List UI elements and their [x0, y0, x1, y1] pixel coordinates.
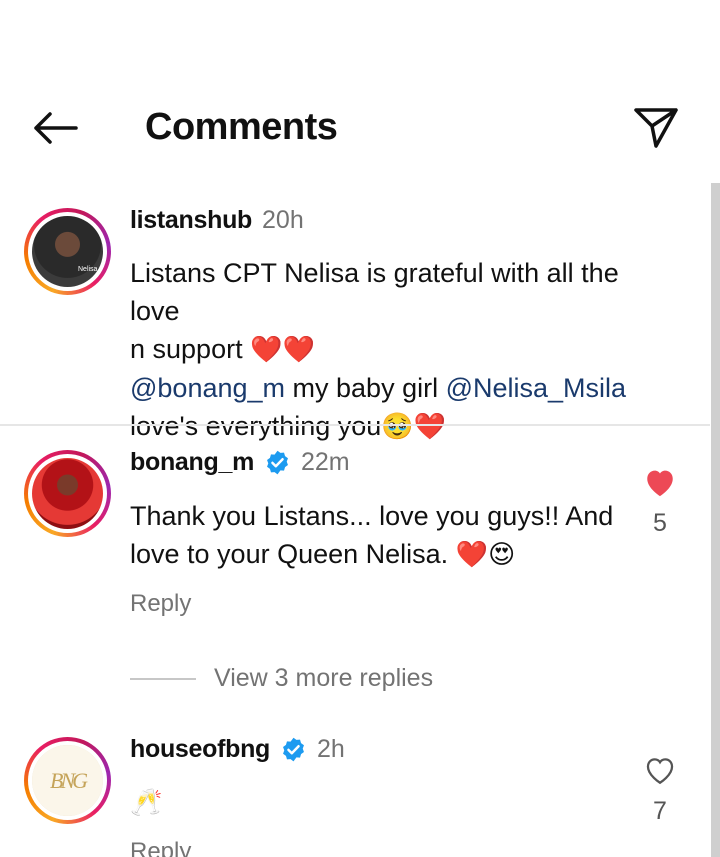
avatar[interactable]: BNG [24, 737, 111, 824]
avatar-monogram: BNG [50, 767, 88, 793]
like-count: 5 [653, 509, 667, 537]
verified-badge-icon [264, 449, 291, 476]
comment-text-line: n support [130, 334, 243, 364]
like-count: 7 [653, 797, 667, 825]
comment-time: 22m [301, 448, 350, 476]
divider [0, 424, 710, 426]
comment-username[interactable]: houseofbng [130, 735, 270, 764]
page-title: Comments [145, 106, 338, 148]
view-more-replies[interactable]: View 3 more replies [130, 664, 433, 693]
emoji: ❤️❤️ [250, 335, 315, 365]
comment-text-line: my baby girl [292, 373, 439, 403]
comment-text-line: Listans CPT Nelisa is grateful with all … [130, 258, 619, 326]
arrow-left-icon [34, 112, 78, 144]
verified-badge-icon [280, 736, 307, 763]
heart-filled-icon [647, 470, 673, 497]
divider-line [130, 677, 196, 680]
comment-text-line: Thank you Listans... love you guys!! And [130, 501, 614, 531]
reply-button[interactable]: Reply [130, 838, 191, 857]
share-button[interactable] [632, 104, 680, 150]
mention-link[interactable]: @bonang_m [130, 373, 285, 403]
mention-link[interactable]: @Nelisa_Msila [446, 373, 626, 403]
comment-text: Thank you Listans... love you guys!! And… [130, 497, 660, 574]
scrollbar[interactable] [711, 183, 720, 857]
like-button[interactable] [640, 466, 680, 503]
comment-username[interactable]: bonang_m [130, 448, 254, 477]
heart-outline-icon [646, 758, 674, 785]
comment-time: 20h [262, 206, 304, 234]
avatar[interactable] [24, 450, 111, 537]
reply-button[interactable]: Reply [130, 590, 191, 618]
comment-time: 2h [317, 735, 345, 763]
emoji: ❤️😍 [455, 540, 516, 570]
emoji: 🥂 [130, 788, 163, 818]
avatar[interactable]: Nelisa [24, 208, 111, 295]
view-replies-label: View 3 more replies [214, 664, 434, 692]
comment-text-line: love's everything you [130, 411, 382, 441]
emoji: 🥹❤️ [381, 412, 447, 442]
comment-username[interactable]: listanshub [130, 206, 252, 235]
avatar-label: Nelisa [78, 266, 98, 273]
comment-text-line: love to your Queen Nelisa. [130, 539, 449, 569]
send-icon [634, 108, 678, 148]
comment-text: 🥂 [130, 783, 660, 822]
back-button[interactable] [30, 108, 80, 148]
header: Comments [0, 0, 720, 180]
like-button[interactable] [640, 754, 680, 791]
comment-text: Listans CPT Nelisa is grateful with all … [130, 254, 660, 446]
